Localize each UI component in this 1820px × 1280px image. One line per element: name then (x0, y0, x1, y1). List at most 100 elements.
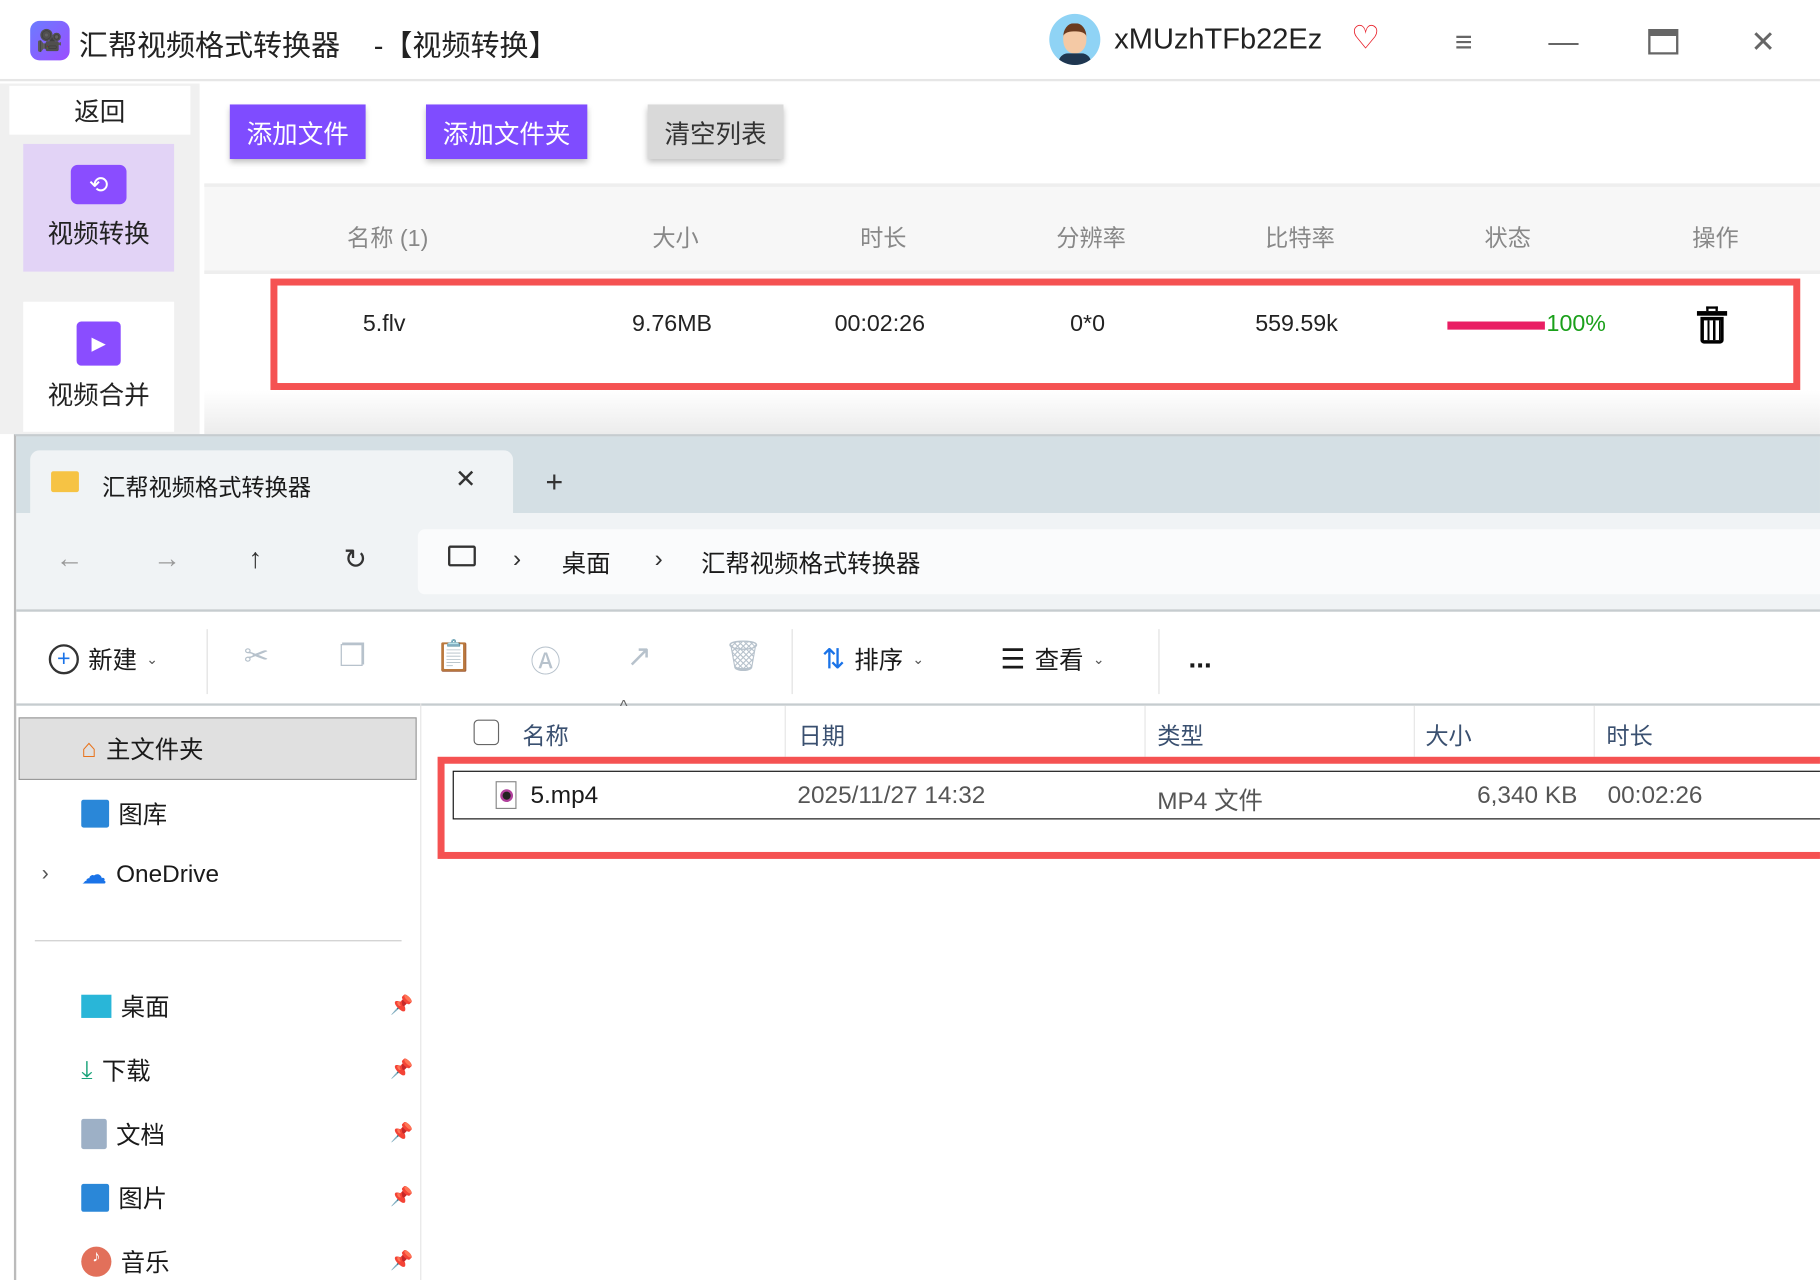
sidebar-item-video-convert[interactable]: ⟲ 视频转换 (23, 143, 175, 272)
sort-icon: ⇅ (821, 643, 846, 675)
video-merge-icon: ▶ (76, 321, 121, 366)
col-header-duration[interactable]: 时长 (1606, 717, 1652, 751)
col-status: 状态 (1484, 226, 1531, 252)
nav-divider (34, 940, 402, 942)
document-icon (81, 1118, 107, 1150)
gallery-icon (81, 799, 110, 828)
nav-item-documents[interactable]: 文档 (81, 1117, 165, 1152)
view-button[interactable]: ☰ 查看 ⌄ (1001, 638, 1105, 680)
video-file-icon (495, 781, 517, 810)
nav-home[interactable] (18, 717, 417, 780)
col-name: 名称 (1) (347, 226, 429, 252)
pin-icon[interactable]: 📌 (390, 1185, 413, 1208)
app-mode: -【视频转换】 (373, 30, 558, 63)
maximize-button[interactable] (1640, 21, 1686, 63)
col-duration: 时长 (860, 226, 907, 252)
plus-circle-icon: + (48, 644, 79, 675)
tab-title: 汇帮视频格式转换器 (102, 475, 312, 502)
view-label: 查看 (1034, 647, 1084, 675)
up-arrow-icon[interactable]: ↑ (248, 543, 262, 575)
select-all-checkbox[interactable] (473, 719, 500, 746)
back-button[interactable]: 返回 (9, 85, 191, 135)
file-duration: 00:02:26 (834, 311, 925, 337)
computer-icon (448, 545, 476, 567)
vip-diamond-icon[interactable]: ♡ (1351, 19, 1380, 57)
sidebar-item-label: 视频合并 (47, 380, 150, 410)
nav-item-onedrive[interactable]: ☁ OneDrive (81, 860, 219, 890)
back-arrow-icon[interactable]: ← (56, 543, 84, 575)
nav-label: 下载 (101, 1058, 151, 1086)
nav-item-downloads[interactable]: ⤓ 下载 (81, 1053, 150, 1088)
file-size: 9.76MB (632, 311, 713, 337)
refresh-icon[interactable]: ↻ (344, 543, 367, 577)
pin-icon[interactable]: 📌 (390, 1057, 413, 1080)
music-icon: ♪ (81, 1246, 112, 1277)
clear-list-button[interactable]: 清空列表 (647, 104, 784, 160)
cut-icon[interactable]: ✂ (244, 638, 269, 674)
close-button[interactable]: ✕ (1740, 21, 1786, 63)
close-tab-icon[interactable]: ✕ (455, 464, 476, 494)
rename-icon[interactable]: Ⓐ (530, 638, 560, 681)
copy-icon[interactable]: ❐ (339, 638, 366, 674)
col-header-type[interactable]: 类型 (1157, 717, 1203, 751)
col-header-date[interactable]: 日期 (799, 717, 845, 751)
nav-label: OneDrive (116, 861, 220, 888)
col-header-name[interactable]: 名称 (522, 717, 568, 751)
breadcrumb-folder[interactable]: 汇帮视频格式转换器 (701, 546, 920, 581)
add-folder-button[interactable]: 添加文件夹 (425, 104, 588, 160)
title-bar: 🎥 汇帮视频格式转换器 -【视频转换】 xMUzhTFb22Ez ♡ ≡ — ✕ (0, 0, 1820, 82)
desktop-icon (81, 994, 112, 1018)
new-tab-icon[interactable]: + (546, 464, 564, 500)
col-size: 大小 (652, 226, 699, 252)
download-icon: ⤓ (81, 1055, 93, 1085)
pin-icon[interactable]: 📌 (390, 1249, 413, 1272)
nav-label: 主文件夹 (105, 737, 204, 764)
progress-label: 100% (1546, 311, 1606, 337)
col-action: 操作 (1692, 226, 1739, 252)
tab-explorer[interactable]: 汇帮视频格式转换器 ✕ (30, 450, 514, 516)
expand-chevron-icon[interactable]: › (42, 861, 49, 885)
share-icon[interactable]: ↗ (627, 638, 652, 674)
pin-icon[interactable]: 📌 (390, 994, 413, 1017)
view-list-icon: ☰ (1000, 643, 1026, 675)
back-label: 返回 (74, 97, 126, 127)
avatar[interactable] (1049, 13, 1101, 65)
pictures-icon (81, 1183, 110, 1212)
nav-label: 桌面 (120, 994, 170, 1022)
delete-icon[interactable] (1696, 306, 1728, 344)
col-header-size[interactable]: 大小 (1425, 717, 1471, 751)
new-button[interactable]: + 新建 ⌄ (48, 638, 158, 680)
forward-arrow-icon[interactable]: → (153, 543, 181, 575)
cloud-icon: ☁ (81, 860, 107, 890)
nav-item-gallery[interactable]: 图库 (81, 796, 167, 831)
file-size: 6,340 KB (1477, 782, 1578, 810)
nav-item-pictures[interactable]: 图片 (81, 1180, 167, 1215)
nav-label: 图片 (118, 1186, 168, 1213)
home-icon: ⌂ (81, 733, 97, 763)
minimize-button[interactable]: — (1540, 21, 1586, 63)
nav-label: 图库 (118, 802, 168, 829)
paste-icon[interactable]: 📋 (435, 638, 473, 674)
sort-caret-icon: ^ (619, 696, 628, 715)
file-name: 5.flv (362, 311, 406, 337)
nav-item-home[interactable]: ⌂ 主文件夹 (81, 731, 203, 766)
folder-icon (51, 471, 79, 493)
file-row[interactable]: 5.mp4 2025/11/27 14:32 MP4 文件 6,340 KB 0… (452, 770, 1820, 820)
new-label: 新建 (88, 647, 137, 675)
breadcrumb-desktop[interactable]: 桌面 (562, 546, 611, 581)
nav-item-desktop[interactable]: 桌面 (81, 989, 169, 1024)
address-bar[interactable]: › 桌面 › 汇帮视频格式转换器 (417, 529, 1820, 595)
pin-icon[interactable]: 📌 (390, 1121, 413, 1144)
more-button[interactable]: ... (1189, 638, 1212, 680)
sort-button[interactable]: ⇅ 排序 ⌄ (822, 638, 924, 680)
delete-file-icon[interactable]: 🗑 (724, 638, 762, 674)
file-resolution: 0*0 (1070, 311, 1106, 337)
file-bitrate: 559.59k (1255, 311, 1338, 337)
nav-item-music[interactable]: ♪ 音乐 (81, 1244, 169, 1279)
sidebar-item-video-merge[interactable]: ▶ 视频合并 (23, 301, 175, 432)
nav-label: 文档 (116, 1122, 165, 1150)
app-logo-icon: 🎥 (30, 20, 70, 61)
add-file-button[interactable]: 添加文件 (229, 104, 366, 160)
username: xMUzhTFb22Ez (1114, 23, 1323, 56)
menu-icon[interactable]: ≡ (1440, 21, 1486, 63)
